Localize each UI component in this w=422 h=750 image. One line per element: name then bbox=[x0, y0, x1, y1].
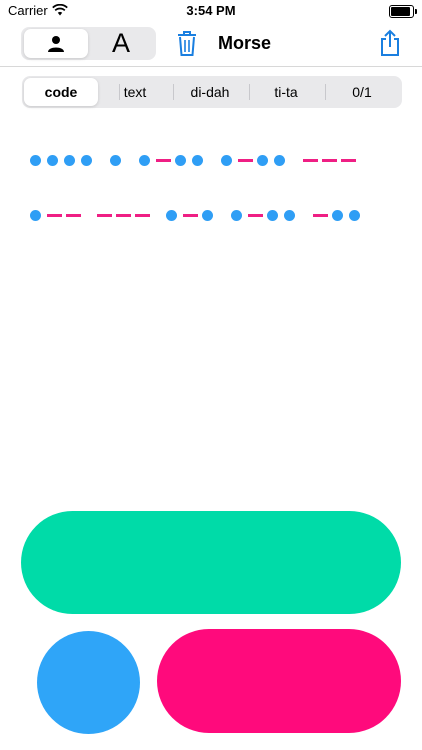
morse-line bbox=[30, 208, 366, 222]
format-segment-code[interactable]: code bbox=[24, 78, 98, 106]
mode-segment-letter[interactable]: A bbox=[89, 28, 153, 58]
status-bar: Carrier 3:54 PM bbox=[0, 0, 422, 24]
morse-dot bbox=[202, 209, 213, 221]
navigation-bar: A Morse bbox=[0, 24, 422, 67]
morse-dash bbox=[97, 213, 112, 217]
morse-dash bbox=[248, 213, 263, 217]
format-segment-text[interactable]: text bbox=[98, 78, 172, 106]
morse-dot bbox=[81, 154, 92, 166]
battery-icon bbox=[389, 5, 417, 18]
morse-dash bbox=[183, 213, 198, 217]
morse-dash bbox=[313, 213, 328, 217]
morse-dot bbox=[64, 154, 75, 166]
morse-dot bbox=[166, 209, 177, 221]
morse-dot bbox=[284, 209, 295, 221]
morse-dash bbox=[47, 213, 62, 217]
morse-dot bbox=[231, 209, 242, 221]
format-segment-zero-one[interactable]: 0/1 bbox=[325, 78, 399, 106]
input-mode-toggle: A bbox=[21, 27, 156, 60]
morse-dot bbox=[257, 154, 268, 166]
morse-dash bbox=[322, 158, 337, 162]
person-icon bbox=[48, 35, 64, 52]
dash-key-button[interactable] bbox=[157, 629, 401, 733]
morse-dot bbox=[139, 154, 150, 166]
morse-dot bbox=[349, 209, 360, 221]
output-format-control: code text di-dah ti-ta 0/1 bbox=[22, 76, 402, 108]
morse-dot bbox=[267, 209, 278, 221]
format-segment-ti-ta[interactable]: ti-ta bbox=[249, 78, 323, 106]
morse-dot bbox=[332, 209, 343, 221]
trash-icon[interactable] bbox=[175, 28, 199, 58]
morse-dot bbox=[175, 154, 186, 166]
morse-dash bbox=[341, 158, 356, 162]
morse-dot bbox=[221, 154, 232, 166]
dot-key-button[interactable] bbox=[37, 631, 140, 734]
morse-dash bbox=[66, 213, 81, 217]
long-press-key-button[interactable] bbox=[21, 511, 401, 614]
morse-dot bbox=[274, 154, 285, 166]
morse-dash bbox=[303, 158, 318, 162]
share-icon[interactable] bbox=[378, 28, 402, 58]
morse-line bbox=[30, 153, 360, 167]
morse-dash bbox=[156, 158, 171, 162]
morse-dot bbox=[110, 154, 121, 166]
morse-dash bbox=[135, 213, 150, 217]
page-title: Morse bbox=[218, 33, 272, 53]
morse-dash bbox=[116, 213, 131, 217]
status-time: 3:54 PM bbox=[186, 3, 236, 18]
morse-dot bbox=[30, 154, 41, 166]
mode-segment-person[interactable] bbox=[24, 29, 88, 58]
morse-dot bbox=[30, 209, 41, 221]
morse-dot bbox=[192, 154, 203, 166]
morse-dash bbox=[238, 158, 253, 162]
format-segment-di-dah[interactable]: di-dah bbox=[173, 78, 247, 106]
morse-dot bbox=[47, 154, 58, 166]
